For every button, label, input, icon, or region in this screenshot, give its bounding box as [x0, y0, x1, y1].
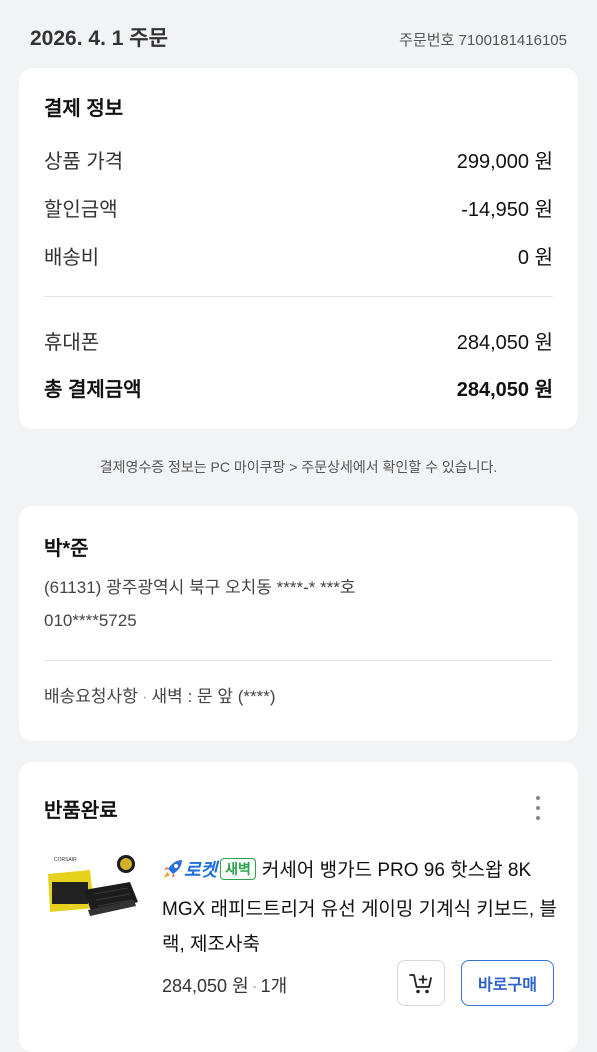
add-to-cart-button[interactable]	[397, 960, 445, 1006]
delivery-request: 배송요청사항 · 새벽 : 문 앞 (****)	[44, 682, 275, 707]
item-status: 반품완료	[44, 800, 118, 822]
order-header: 2026. 4. 1 주문 주문번호 7100181416105	[0, 0, 597, 68]
payment-method-value: 284,050 원	[456, 332, 553, 354]
rocket-label: 로켓	[184, 860, 218, 880]
payment-method-row: 휴대폰 284,050 원	[44, 326, 553, 354]
total-payment-label: 총 결제금액	[44, 379, 142, 401]
payment-divider	[44, 296, 553, 297]
product-price-row: 상품 가격 299,000 원	[44, 145, 553, 173]
delivery-request-separator: ·	[141, 687, 148, 706]
address-divider	[44, 660, 553, 661]
item-price: 284,050 원	[162, 976, 249, 996]
discount-row: 할인금액 -14,950 원	[44, 193, 553, 221]
buy-now-button[interactable]: 바로구매	[461, 960, 554, 1006]
order-number: 주문번호 7100181416105	[399, 32, 567, 49]
delivery-request-label: 배송요청사항	[44, 687, 138, 706]
payment-method-label: 휴대폰	[44, 332, 100, 354]
price-quantity: 284,050 원 · 1개	[162, 972, 287, 998]
recipient-name: 박*준	[44, 538, 89, 560]
shipping-fee-value: 0 원	[517, 247, 553, 269]
address-line: (61131) 광주광역시 북구 오치동 ****-* ***호	[44, 578, 356, 597]
discount-label: 할인금액	[44, 199, 118, 221]
delivery-request-value: 새벽 : 문 앞 (****)	[151, 687, 276, 706]
total-payment-row: 총 결제금액 284,050 원	[44, 373, 553, 401]
product-price-label: 상품 가격	[44, 151, 124, 173]
product-name-block[interactable]: 로켓 새벽 커세어 뱅가드 PRO 96 핫스왑 8K MGX 래피드트리거 유선 …	[162, 853, 557, 962]
price-quantity-separator: ·	[251, 976, 258, 996]
shipping-fee-label: 배송비	[44, 247, 100, 269]
product-thumbnail[interactable]: CORSAIR	[44, 852, 140, 926]
cart-add-icon	[409, 974, 432, 994]
more-vertical-icon[interactable]	[528, 794, 548, 822]
receipt-note: 결제영수증 정보는 PC 마이쿠팡 > 주문상세에서 확인할 수 있습니다.	[99, 459, 498, 475]
item-quantity: 1개	[260, 976, 288, 996]
product-price-value: 299,000 원	[456, 151, 553, 173]
shipping-fee-row: 배송비 0 원	[44, 241, 553, 269]
thumb-brand: CORSAIR	[54, 857, 77, 863]
payment-info-title: 결제 정보	[44, 98, 124, 120]
rocket-icon	[162, 857, 184, 892]
total-payment-value: 284,050 원	[456, 379, 553, 401]
discount-value: -14,950 원	[461, 199, 553, 221]
recipient-phone: 010****5725	[44, 611, 137, 630]
dawn-delivery-badge: 새벽	[220, 858, 256, 880]
shipping-address-card: 박*준 (61131) 광주광역시 북구 오치동 ****-* ***호 010…	[19, 506, 578, 741]
order-item-card: 반품완료 CORSAIR 로켓 새벽 커세어 뱅가드 PRO 96 핫스왑 8K…	[19, 762, 578, 1052]
payment-info-card: 결제 정보 상품 가격 299,000 원 할인금액 -14,950 원 배송비…	[19, 68, 578, 429]
order-date: 2026. 4. 1 주문	[30, 27, 168, 50]
